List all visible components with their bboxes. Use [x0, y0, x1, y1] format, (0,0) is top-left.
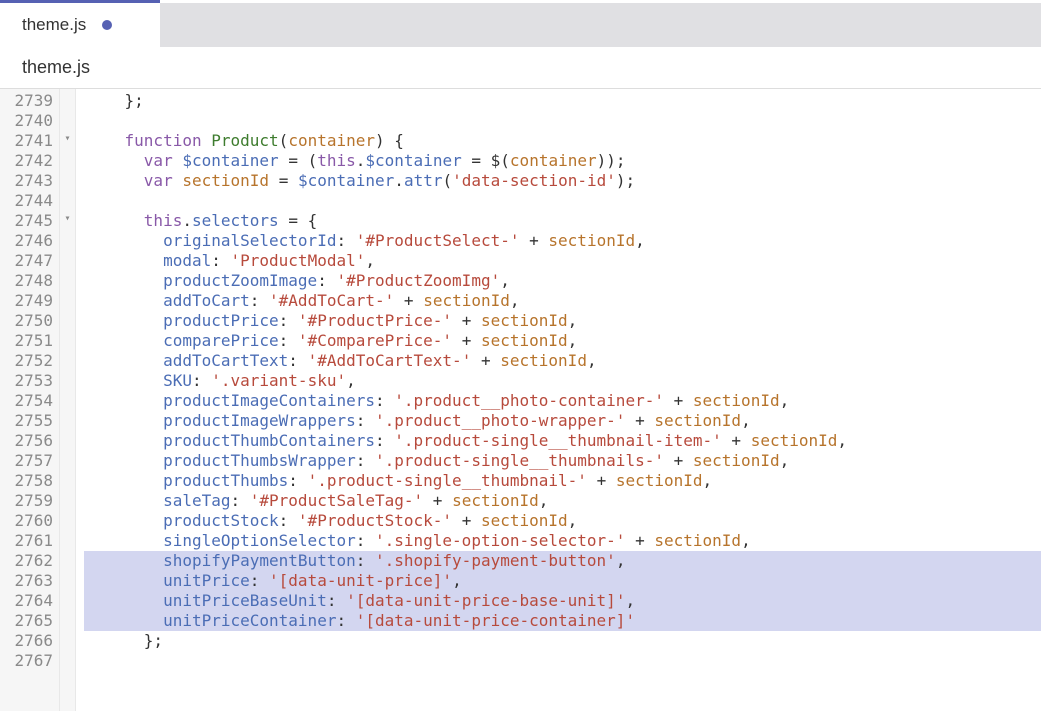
- breadcrumb: theme.js: [0, 47, 1041, 89]
- line-number: 2739: [0, 91, 59, 111]
- line-number: 2748: [0, 271, 59, 291]
- dirty-indicator-dot-icon: [102, 20, 112, 30]
- line-number: 2764: [0, 591, 59, 611]
- code-line[interactable]: addToCartText: '#AddToCartText-' + secti…: [84, 351, 1041, 371]
- code-line[interactable]: unitPrice: '[data-unit-price]',: [84, 571, 1041, 591]
- fold-gutter-cell: [60, 449, 75, 469]
- line-number: 2758: [0, 471, 59, 491]
- code-line[interactable]: productImageContainers: '.product__photo…: [84, 391, 1041, 411]
- fold-gutter-cell: [60, 369, 75, 389]
- line-number: 2753: [0, 371, 59, 391]
- code-line[interactable]: productThumbsWrapper: '.product-single__…: [84, 451, 1041, 471]
- code-line[interactable]: function Product(container) {: [84, 131, 1041, 151]
- line-number: 2743: [0, 171, 59, 191]
- line-number: 2757: [0, 451, 59, 471]
- line-number: 2746: [0, 231, 59, 251]
- code-line[interactable]: [84, 111, 1041, 131]
- line-number: 2760: [0, 511, 59, 531]
- code-line[interactable]: };: [84, 91, 1041, 111]
- code-line[interactable]: singleOptionSelector: '.single-option-se…: [84, 531, 1041, 551]
- code-line[interactable]: comparePrice: '#ComparePrice-' + section…: [84, 331, 1041, 351]
- code-content[interactable]: }; function Product(container) { var $co…: [76, 89, 1041, 711]
- line-number: 2762: [0, 551, 59, 571]
- tab-theme-js[interactable]: theme.js: [0, 3, 160, 47]
- code-line[interactable]: SKU: '.variant-sku',: [84, 371, 1041, 391]
- code-line[interactable]: unitPriceContainer: '[data-unit-price-co…: [84, 611, 1041, 631]
- fold-gutter-cell: [60, 309, 75, 329]
- tab-bar: theme.js: [0, 3, 1041, 47]
- code-line[interactable]: productThumbContainers: '.product-single…: [84, 431, 1041, 451]
- fold-gutter-cell: [60, 609, 75, 629]
- fold-gutter-cell: [60, 89, 75, 109]
- line-number: 2766: [0, 631, 59, 651]
- line-number: 2740: [0, 111, 59, 131]
- code-line[interactable]: addToCart: '#AddToCart-' + sectionId,: [84, 291, 1041, 311]
- fold-gutter-cell: [60, 529, 75, 549]
- code-line[interactable]: saleTag: '#ProductSaleTag-' + sectionId,: [84, 491, 1041, 511]
- code-line[interactable]: productImageWrappers: '.product__photo-w…: [84, 411, 1041, 431]
- tab-label: theme.js: [22, 15, 86, 35]
- code-line[interactable]: [84, 191, 1041, 211]
- line-number: 2742: [0, 151, 59, 171]
- fold-gutter-cell: [60, 149, 75, 169]
- fold-gutter-cell: [60, 589, 75, 609]
- code-line[interactable]: shopifyPaymentButton: '.shopify-payment-…: [84, 551, 1041, 571]
- breadcrumb-file: theme.js: [22, 57, 90, 78]
- code-line[interactable]: modal: 'ProductModal',: [84, 251, 1041, 271]
- line-number: 2745: [0, 211, 59, 231]
- fold-gutter-cell: [60, 569, 75, 589]
- fold-toggle-icon[interactable]: ▾: [60, 209, 75, 229]
- fold-gutter-cell: [60, 389, 75, 409]
- fold-gutter-cell: [60, 629, 75, 649]
- code-editor[interactable]: 2739274027412742274327442745274627472748…: [0, 89, 1041, 711]
- fold-gutter-cell: [60, 289, 75, 309]
- code-line[interactable]: };: [84, 631, 1041, 651]
- fold-gutter-cell: [60, 349, 75, 369]
- fold-gutter: ▾▾: [60, 89, 76, 711]
- line-number: 2755: [0, 411, 59, 431]
- line-number: 2754: [0, 391, 59, 411]
- fold-gutter-cell: [60, 329, 75, 349]
- line-number: 2749: [0, 291, 59, 311]
- line-number: 2763: [0, 571, 59, 591]
- line-number: 2741: [0, 131, 59, 151]
- code-line[interactable]: this.selectors = {: [84, 211, 1041, 231]
- fold-gutter-cell: [60, 169, 75, 189]
- line-number: 2747: [0, 251, 59, 271]
- fold-gutter-cell: [60, 189, 75, 209]
- code-line[interactable]: unitPriceBaseUnit: '[data-unit-price-bas…: [84, 591, 1041, 611]
- fold-gutter-cell: [60, 549, 75, 569]
- fold-gutter-cell: [60, 409, 75, 429]
- line-number: 2750: [0, 311, 59, 331]
- code-line[interactable]: productStock: '#ProductStock-' + section…: [84, 511, 1041, 531]
- fold-gutter-cell: [60, 649, 75, 669]
- code-line[interactable]: productPrice: '#ProductPrice-' + section…: [84, 311, 1041, 331]
- line-number: 2761: [0, 531, 59, 551]
- fold-gutter-cell: [60, 509, 75, 529]
- line-number: 2759: [0, 491, 59, 511]
- fold-toggle-icon[interactable]: ▾: [60, 129, 75, 149]
- code-line[interactable]: [84, 651, 1041, 671]
- fold-gutter-cell: [60, 229, 75, 249]
- line-number: 2752: [0, 351, 59, 371]
- fold-gutter-cell: [60, 469, 75, 489]
- fold-gutter-cell: [60, 429, 75, 449]
- code-line[interactable]: originalSelectorId: '#ProductSelect-' + …: [84, 231, 1041, 251]
- line-number: 2744: [0, 191, 59, 211]
- line-number: 2756: [0, 431, 59, 451]
- line-number: 2767: [0, 651, 59, 671]
- code-line[interactable]: productZoomImage: '#ProductZoomImg',: [84, 271, 1041, 291]
- code-line[interactable]: var $container = (this.$container = $(co…: [84, 151, 1041, 171]
- line-number: 2751: [0, 331, 59, 351]
- code-line[interactable]: var sectionId = $container.attr('data-se…: [84, 171, 1041, 191]
- fold-gutter-cell: [60, 109, 75, 129]
- fold-gutter-cell: [60, 249, 75, 269]
- editor-window: theme.js theme.js 2739274027412742274327…: [0, 0, 1041, 711]
- fold-gutter-cell: [60, 269, 75, 289]
- line-number: 2765: [0, 611, 59, 631]
- fold-gutter-cell: [60, 489, 75, 509]
- code-line[interactable]: productThumbs: '.product-single__thumbna…: [84, 471, 1041, 491]
- line-number-gutter: 2739274027412742274327442745274627472748…: [0, 89, 60, 711]
